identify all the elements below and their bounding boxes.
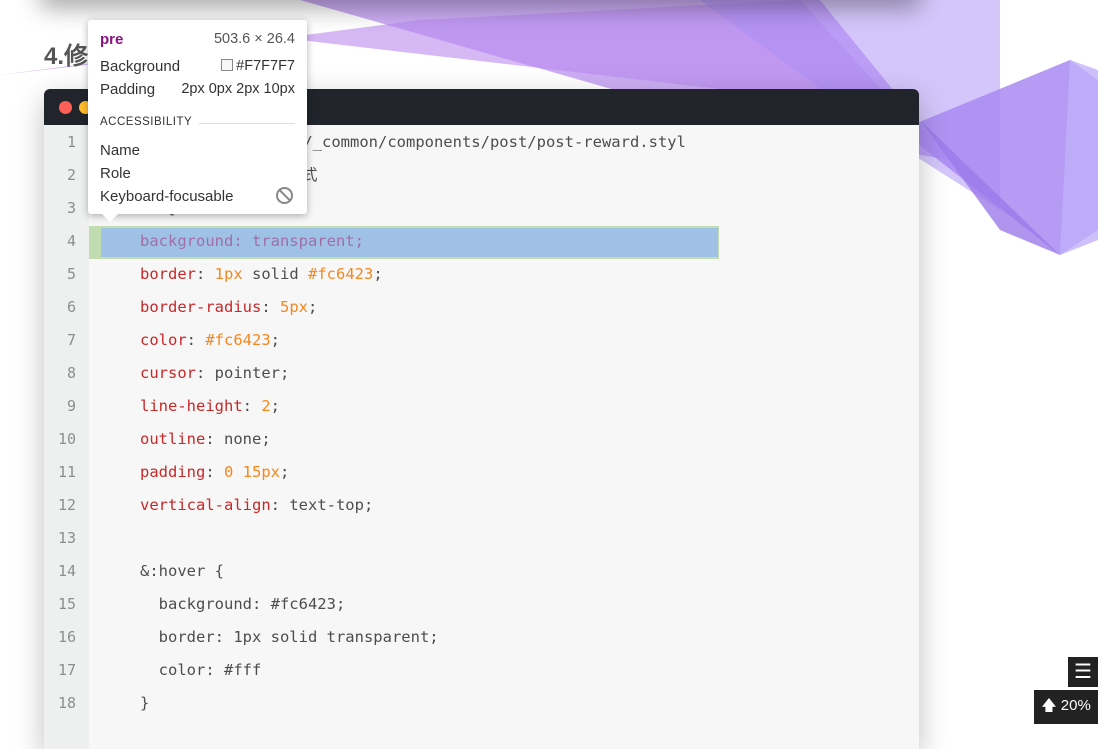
code-text: color: #fff xyxy=(140,661,262,679)
code-line: 14 &:hover { xyxy=(44,555,919,588)
line-number: 16 xyxy=(57,628,76,646)
arrow-up-icon: 🡅 xyxy=(1041,697,1057,714)
line-number: 3 xyxy=(66,199,76,217)
code-text: s/_common/components/post/post-reward.st… xyxy=(294,133,686,151)
tooltip-size: 503.6 × 26.4 xyxy=(213,31,295,47)
tooltip-divider xyxy=(199,123,295,124)
code-text: background: #fc6423; xyxy=(140,595,346,613)
scroll-progress-label: 20% xyxy=(1060,697,1091,714)
code-line: 17 color: #fff xyxy=(44,654,919,687)
code-line: 12 vertical-align: text-top; xyxy=(44,489,919,522)
code-line: 18 } xyxy=(44,687,919,720)
code-text: padding: 0 15px; xyxy=(140,463,290,481)
code-line: 15 background: #fc6423; xyxy=(44,588,919,621)
back-to-top-button[interactable]: 🡅 20% xyxy=(1034,690,1098,724)
line-number: 6 xyxy=(66,298,76,316)
code-text: background: transparent; xyxy=(140,232,364,250)
line-number: 12 xyxy=(57,496,76,514)
code-line: 9 line-height: 2; xyxy=(44,390,919,423)
devtools-inspect-tooltip: pre 503.6 × 26.4 Background #F7F7F7 Padd… xyxy=(88,20,307,222)
code-text: border: 1px solid transparent; xyxy=(140,628,439,646)
not-allowed-icon xyxy=(276,187,293,204)
code-text: } xyxy=(140,694,150,712)
tooltip-background-value: #F7F7F7 xyxy=(221,58,295,74)
code-line: 13 xyxy=(44,522,919,555)
tooltip-accessibility-section: ACCESSIBILITY xyxy=(100,116,193,128)
code-text: &:hover { xyxy=(140,562,224,580)
code-text: cursor: pointer; xyxy=(140,364,290,382)
code-text: border: 1px solid #fc6423; xyxy=(140,265,383,283)
tooltip-tag-name: pre xyxy=(100,31,124,48)
menu-button[interactable]: ☰ xyxy=(1068,657,1098,687)
tooltip-background-label: Background xyxy=(100,58,181,75)
code-line: 4 background: transparent; xyxy=(44,225,919,258)
tooltip-padding-label: Padding xyxy=(100,81,156,98)
line-number: 9 xyxy=(66,397,76,415)
code-text: outline: none; xyxy=(140,430,271,448)
code-line: 5 border: 1px solid #fc6423; xyxy=(44,258,919,291)
line-number: 15 xyxy=(57,595,76,613)
line-number: 10 xyxy=(57,430,76,448)
line-number: 14 xyxy=(57,562,76,580)
tooltip-padding-value: 2px 0px 2px 10px xyxy=(181,81,295,97)
line-number: 2 xyxy=(66,166,76,184)
code-text: line-height: 2; xyxy=(140,397,281,415)
code-line: 7 color: #fc6423; xyxy=(44,324,919,357)
line-number: 7 xyxy=(66,331,76,349)
code-line: 8 cursor: pointer; xyxy=(44,357,919,390)
line-number: 8 xyxy=(66,364,76,382)
code-text: vertical-align: text-top; xyxy=(140,496,374,514)
code-text: border-radius: 5px; xyxy=(140,298,318,316)
color-swatch-icon xyxy=(221,59,234,71)
line-number: 4 xyxy=(66,232,76,250)
code-line: 10 outline: none; xyxy=(44,423,919,456)
code-line: 6 border-radius: 5px; xyxy=(44,291,919,324)
close-dot-icon xyxy=(59,101,72,114)
code-text: color: #fc6423; xyxy=(140,331,281,349)
line-number: 17 xyxy=(57,661,76,679)
tooltip-role-label: Role xyxy=(100,165,131,182)
tooltip-keyboard-label: Keyboard-focusable xyxy=(100,188,234,205)
line-number: 18 xyxy=(57,694,76,712)
code-line: 11 padding: 0 15px; xyxy=(44,456,919,489)
line-number: 13 xyxy=(57,529,76,547)
line-number: 11 xyxy=(57,463,76,481)
section-heading: 4.修 xyxy=(44,43,89,70)
code-line: 16 border: 1px solid transparent; xyxy=(44,621,919,654)
line-number: 5 xyxy=(66,265,76,283)
line-number: 1 xyxy=(66,133,76,151)
tooltip-name-label: Name xyxy=(100,142,141,159)
